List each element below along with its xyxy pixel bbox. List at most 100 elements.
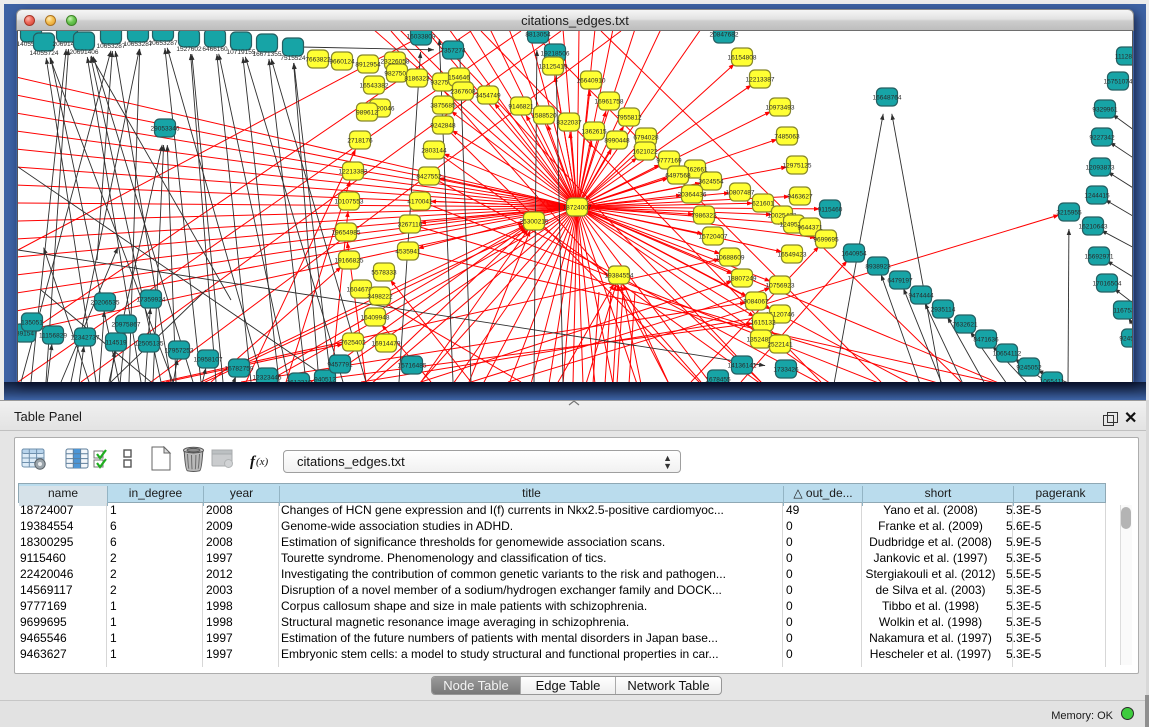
svg-text:1621022: 1621022 <box>632 149 658 156</box>
svg-text:8427552: 8427552 <box>416 174 442 181</box>
svg-text:10719155: 10719155 <box>227 49 256 56</box>
svg-text:16640910: 16640910 <box>577 78 606 85</box>
svg-text:8912954: 8912954 <box>355 62 381 69</box>
svg-text:18724007: 18724007 <box>563 205 592 212</box>
svg-text:6794028: 6794028 <box>633 135 659 142</box>
svg-text:11156829: 11156829 <box>39 333 67 340</box>
svg-text:4170041: 4170041 <box>407 199 433 206</box>
svg-text:12213383: 12213383 <box>339 169 368 176</box>
svg-text:10653287: 10653287 <box>149 40 178 47</box>
svg-text:6466160: 6466160 <box>202 46 228 53</box>
svg-text:9699695: 9699695 <box>813 237 839 244</box>
svg-text:9245052: 9245052 <box>1119 336 1133 343</box>
svg-text:5578333: 5578333 <box>371 270 397 277</box>
svg-text:19166825: 19166825 <box>335 258 364 265</box>
svg-text:8990448: 8990448 <box>604 138 630 145</box>
svg-text:17016504: 17016504 <box>1093 281 1122 288</box>
svg-text:16210643: 16210643 <box>1079 224 1108 231</box>
svg-text:29053346: 29053346 <box>151 126 180 133</box>
svg-text:19654985: 19654985 <box>332 230 361 237</box>
svg-text:10756923: 10756923 <box>766 283 795 290</box>
svg-text:2367608: 2367608 <box>450 89 476 96</box>
svg-text:15751074: 15751074 <box>1104 79 1133 86</box>
svg-text:621601: 621601 <box>752 201 774 208</box>
svg-text:10973493: 10973493 <box>766 105 795 112</box>
svg-text:14136141: 14136141 <box>728 363 757 370</box>
svg-text:135051: 135051 <box>21 320 43 327</box>
svg-text:12323446: 12323446 <box>253 375 282 382</box>
svg-text:9084067: 9084067 <box>743 299 769 306</box>
svg-text:3875685: 3875685 <box>430 103 456 110</box>
svg-text:1733426: 1733426 <box>773 367 799 374</box>
svg-text:1244415: 1244415 <box>1084 193 1110 200</box>
svg-text:20691406: 20691406 <box>70 49 99 56</box>
svg-text:25300215: 25300215 <box>520 219 549 226</box>
svg-text:10654112: 10654112 <box>993 351 1022 358</box>
svg-text:20847682: 20847682 <box>710 32 739 39</box>
svg-text:9146821: 9146821 <box>508 104 534 111</box>
svg-text:9457791: 9457791 <box>327 362 353 369</box>
svg-text:3267110: 3267110 <box>398 222 423 229</box>
svg-text:12213387: 12213387 <box>746 77 775 84</box>
svg-text:17957253: 17957253 <box>165 348 194 355</box>
svg-text:2803144: 2803144 <box>421 148 447 155</box>
svg-text:9242848: 9242848 <box>430 123 456 130</box>
svg-text:16033809: 16033809 <box>407 34 436 41</box>
svg-text:3215955: 3215955 <box>1056 210 1082 217</box>
svg-text:20364436: 20364436 <box>678 192 707 199</box>
svg-text:4535941: 4535941 <box>395 249 421 256</box>
svg-text:7632621: 7632621 <box>952 322 978 329</box>
svg-text:8471636: 8471636 <box>973 337 999 344</box>
svg-text:18807249: 18807249 <box>728 276 757 283</box>
svg-text:20975867: 20975867 <box>112 322 141 329</box>
svg-text:9329961: 9329961 <box>1092 107 1118 114</box>
svg-text:1615132: 1615132 <box>750 320 776 327</box>
svg-text:7357274: 7357274 <box>440 48 466 55</box>
svg-text:1112835: 1112835 <box>1115 54 1133 61</box>
svg-text:12505135: 12505135 <box>135 341 164 348</box>
svg-text:10958107: 10958107 <box>194 357 223 364</box>
svg-text:10107553: 10107553 <box>335 199 364 206</box>
svg-text:7663822: 7663822 <box>305 57 331 64</box>
svg-text:1588520: 1588520 <box>531 113 557 120</box>
svg-text:9612310: 9612310 <box>286 380 312 383</box>
svg-text:2935114: 2935114 <box>931 307 956 314</box>
svg-text:9777169: 9777169 <box>656 158 682 165</box>
svg-text:16671355: 16671355 <box>253 51 282 58</box>
svg-text:12342737: 12342737 <box>71 335 100 342</box>
svg-text:16409948: 16409948 <box>361 315 390 322</box>
svg-text:3624554: 3624554 <box>698 179 724 186</box>
svg-text:8322037: 8322037 <box>556 120 582 127</box>
svg-text:1065411: 1065411 <box>1040 379 1065 383</box>
svg-text:7986322: 7986322 <box>691 213 717 220</box>
svg-text:1678455: 1678455 <box>705 377 731 383</box>
svg-text:7625402: 7625402 <box>340 340 366 347</box>
svg-text:10653287: 10653287 <box>97 43 126 50</box>
svg-text:116753: 116753 <box>1113 308 1133 315</box>
svg-text:16543382: 16543382 <box>360 83 389 90</box>
svg-text:16914479: 16914479 <box>372 341 401 348</box>
svg-text:16648764: 16648764 <box>873 95 902 102</box>
svg-text:9474444: 9474444 <box>908 293 934 300</box>
svg-text:940512: 940512 <box>314 377 336 383</box>
svg-text:154646: 154646 <box>448 75 470 82</box>
svg-text:9245052: 9245052 <box>1016 365 1042 372</box>
svg-text:9463627: 9463627 <box>787 194 813 201</box>
svg-text:114519: 114519 <box>105 340 127 347</box>
svg-text:19384554: 19384554 <box>605 273 634 280</box>
svg-text:3454749: 3454749 <box>475 93 501 100</box>
svg-text:16549423: 16549423 <box>778 252 807 259</box>
svg-text:8186323: 8186323 <box>404 76 430 83</box>
svg-text:6479197: 6479197 <box>887 278 913 285</box>
svg-text:16782759: 16782759 <box>225 366 254 373</box>
svg-text:2718176: 2718176 <box>347 138 373 145</box>
svg-text:9660124: 9660124 <box>329 59 355 66</box>
svg-text:7515524: 7515524 <box>280 55 306 62</box>
svg-text:8938923: 8938923 <box>865 264 891 271</box>
svg-text:14055724: 14055724 <box>30 50 59 57</box>
svg-text:10807487: 10807487 <box>726 190 755 197</box>
svg-text:1640954: 1640954 <box>841 251 867 258</box>
svg-text:6497568: 6497568 <box>665 173 691 180</box>
svg-text:20206535: 20206535 <box>91 300 120 307</box>
svg-text:9115460: 9115460 <box>818 207 843 214</box>
